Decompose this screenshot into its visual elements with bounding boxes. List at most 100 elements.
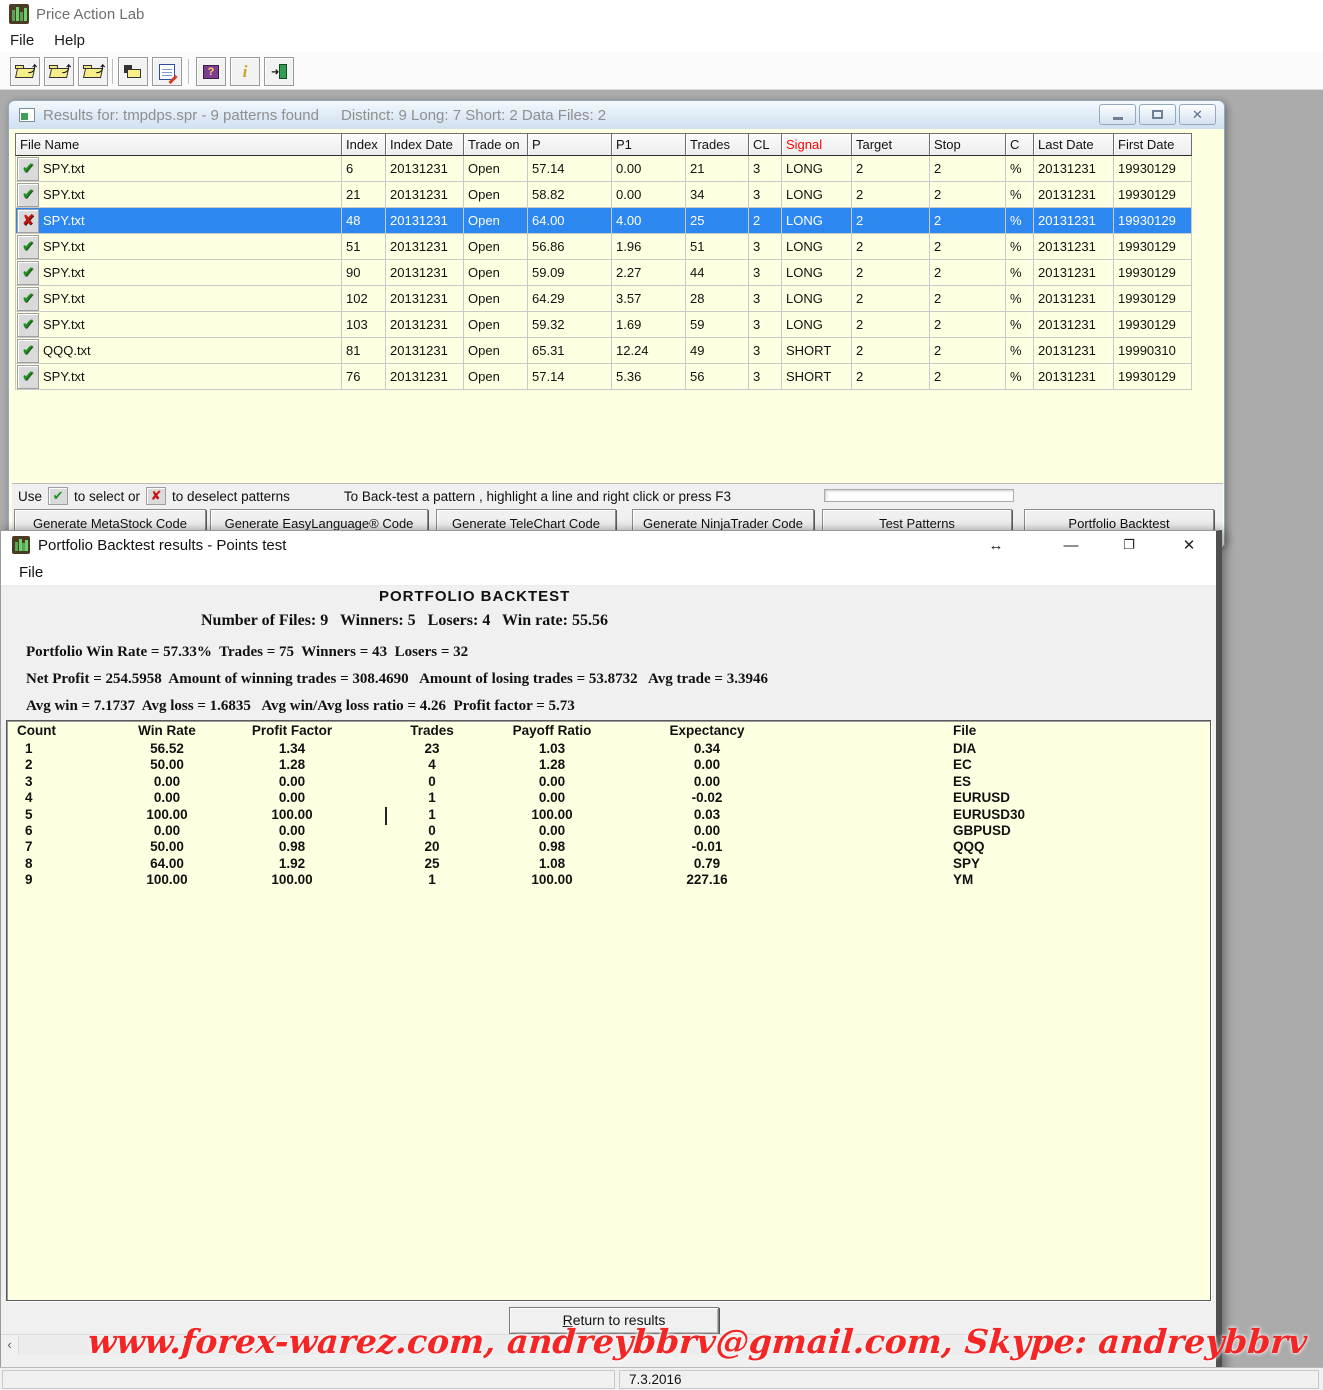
cell-index: 102	[342, 286, 386, 311]
app-menubar: File Help	[0, 28, 1323, 52]
results-titlebar[interactable]: Results for: tmpdps.spr - 9 patterns fou…	[9, 101, 1224, 129]
pattern-row[interactable]: ✔SPY.txt 51 20131231 Open 56.86 1.96 51 …	[15, 234, 1192, 260]
cell-signal: LONG	[782, 234, 852, 259]
column-header-last-date[interactable]: Last Date	[1034, 133, 1114, 156]
app-logo-icon	[9, 4, 29, 24]
toolbar-separator	[112, 59, 114, 84]
open-file-button-3[interactable]: ⤴	[78, 57, 108, 86]
cell-signal: SHORT	[782, 338, 852, 363]
select-check-icon: ✔	[48, 487, 68, 505]
column-header-c[interactable]: C	[1006, 133, 1034, 156]
bt-col-count: Count	[7, 723, 117, 741]
column-header-signal[interactable]: Signal	[782, 133, 852, 156]
backtest-menu-file[interactable]: File	[1, 562, 55, 583]
cell-stop: 2	[930, 260, 1006, 285]
column-header-p[interactable]: P	[528, 133, 612, 156]
column-header-target[interactable]: Target	[852, 133, 930, 156]
cell-index-date: 20131231	[386, 182, 464, 207]
text-caret	[385, 807, 387, 825]
cell-file-name: ✔SPY.txt	[15, 364, 342, 389]
scan-files-button[interactable]	[118, 57, 148, 86]
cell-last-date: 20131231	[1034, 156, 1114, 181]
results-minimize-button[interactable]	[1099, 104, 1136, 125]
pattern-row[interactable]: ✔SPY.txt 103 20131231 Open 59.32 1.69 59…	[15, 312, 1192, 338]
column-header-first-date[interactable]: First Date	[1114, 133, 1192, 156]
cell-expectancy: 0.34	[607, 741, 807, 757]
select-check-icon[interactable]: ✔	[17, 261, 39, 285]
backtest-minimize-button[interactable]: —	[1051, 531, 1091, 559]
cell-last-date: 20131231	[1034, 234, 1114, 259]
backtest-row: 2 50.00 1.28 4 1.28 0.00 EC	[7, 757, 1210, 773]
cell-trades: 56	[686, 364, 749, 389]
column-header-file-name[interactable]: File Name	[15, 133, 342, 156]
column-header-cl[interactable]: CL	[749, 133, 782, 156]
select-check-icon[interactable]: ✔	[17, 313, 39, 337]
cell-payoff-ratio: 1.28	[497, 757, 607, 773]
cell-count: 2	[7, 757, 117, 773]
column-header-index-date[interactable]: Index Date	[386, 133, 464, 156]
open-file-button-1[interactable]: ⤴	[10, 57, 40, 86]
pattern-row[interactable]: ✔SPY.txt 76 20131231 Open 57.14 5.36 56 …	[15, 364, 1192, 390]
column-header-trade-on[interactable]: Trade on	[464, 133, 528, 156]
cell-index: 90	[342, 260, 386, 285]
cell-first-date: 19930129	[1114, 182, 1192, 207]
cell-p: 57.14	[528, 364, 612, 389]
open-file-button-2[interactable]: ⤴	[44, 57, 74, 86]
cell-win-rate: 56.52	[117, 741, 217, 757]
cell-trades: 1	[367, 872, 497, 888]
deselect-x-icon[interactable]: ✘	[17, 209, 39, 233]
menu-file[interactable]: File	[0, 30, 44, 51]
results-window: Results for: tmpdps.spr - 9 patterns fou…	[8, 100, 1225, 546]
cell-index-date: 20131231	[386, 156, 464, 181]
backtest-body: PORTFOLIO BACKTEST Number of Files: 9 Wi…	[1, 586, 1216, 1390]
select-check-icon[interactable]: ✔	[17, 183, 39, 207]
hint-deselect: to deselect patterns	[172, 489, 290, 504]
app-toolbar: ⤴ ⤴ ⤴ ? i ➜	[0, 52, 1323, 90]
column-header-index[interactable]: Index	[342, 133, 386, 156]
backtest-close-button[interactable]: ✕	[1167, 531, 1211, 559]
cell-signal: LONG	[782, 286, 852, 311]
cell-profit-factor: 1.28	[217, 757, 367, 773]
column-header-stop[interactable]: Stop	[930, 133, 1006, 156]
pattern-row[interactable]: ✔SPY.txt 6 20131231 Open 57.14 0.00 21 3…	[15, 156, 1192, 182]
menu-help[interactable]: Help	[44, 30, 95, 51]
cell-p1: 1.69	[612, 312, 686, 337]
cell-stop: 2	[930, 208, 1006, 233]
info-button[interactable]: i	[230, 57, 260, 86]
cell-p1: 1.96	[612, 234, 686, 259]
mdi-workspace: Results for: tmpdps.spr - 9 patterns fou…	[0, 90, 1323, 1367]
column-header-p1[interactable]: P1	[612, 133, 686, 156]
help-book-icon: ?	[203, 65, 219, 79]
select-check-icon[interactable]: ✔	[17, 157, 39, 181]
cell-stop: 2	[930, 338, 1006, 363]
scroll-left-arrow-icon[interactable]: ‹	[1, 1335, 18, 1356]
cell-file: DIA	[807, 741, 976, 757]
select-check-icon[interactable]: ✔	[17, 287, 39, 311]
pattern-row[interactable]: ✔QQQ.txt 81 20131231 Open 65.31 12.24 49…	[15, 338, 1192, 364]
cell-p: 56.86	[528, 234, 612, 259]
select-check-icon[interactable]: ✔	[17, 365, 39, 389]
backtest-maximize-button[interactable]: ❐	[1109, 531, 1149, 559]
results-maximize-button[interactable]	[1139, 104, 1176, 125]
edit-notes-button[interactable]	[152, 57, 182, 86]
pattern-row[interactable]: ✘SPY.txt 48 20131231 Open 64.00 4.00 25 …	[15, 208, 1192, 234]
column-header-trades[interactable]: Trades	[686, 133, 749, 156]
results-close-button[interactable]: ✕	[1179, 104, 1216, 125]
watermark-text: www.forex-warez.com, andreybbrv@gmail.co…	[87, 1322, 1250, 1361]
pattern-row[interactable]: ✔SPY.txt 21 20131231 Open 58.82 0.00 34 …	[15, 182, 1192, 208]
cell-c: %	[1006, 338, 1034, 363]
select-check-icon[interactable]: ✔	[17, 339, 39, 363]
cell-file-name: ✔SPY.txt	[15, 260, 342, 285]
pattern-row[interactable]: ✔SPY.txt 102 20131231 Open 64.29 3.57 28…	[15, 286, 1192, 312]
cell-trades: 44	[686, 260, 749, 285]
pattern-row[interactable]: ✔SPY.txt 90 20131231 Open 59.09 2.27 44 …	[15, 260, 1192, 286]
summary-line-2: Net Profit = 254.5958 Amount of winning …	[26, 671, 768, 688]
cell-index-date: 20131231	[386, 312, 464, 337]
select-check-icon[interactable]: ✔	[17, 235, 39, 259]
backtest-titlebar[interactable]: Portfolio Backtest results - Points test…	[1, 531, 1216, 559]
exit-button[interactable]: ➜	[264, 57, 294, 86]
cell-last-date: 20131231	[1034, 182, 1114, 207]
open-folder-icon: ⤴	[49, 65, 69, 79]
help-book-button[interactable]: ?	[196, 57, 226, 86]
results-title: Results for: tmpdps.spr - 9 patterns fou…	[43, 107, 319, 124]
